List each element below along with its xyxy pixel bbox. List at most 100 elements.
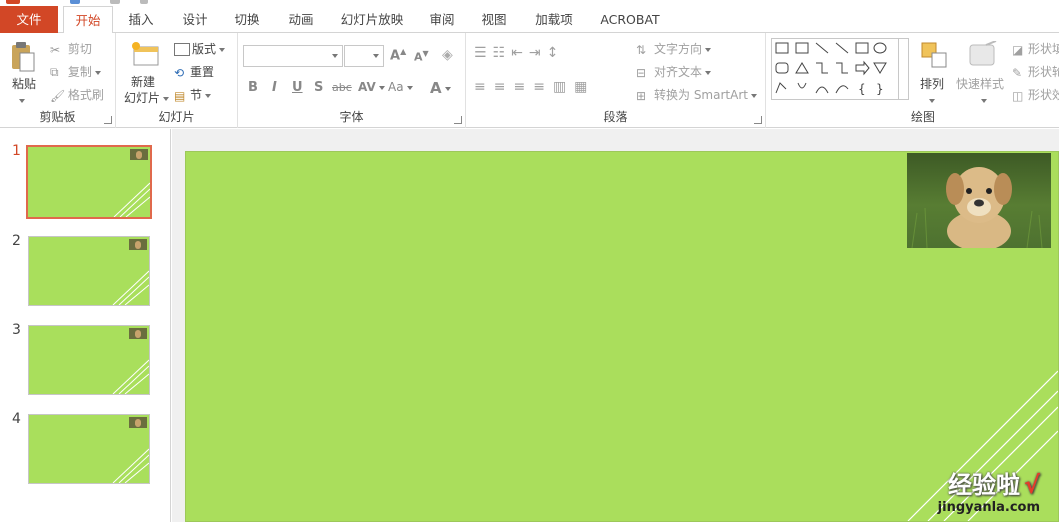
drawing-group: {} 排列 快速样式 ◪ 形状填 ✎ 形状轮 ◫ 形状效 绘图 bbox=[766, 33, 1059, 128]
underline-button[interactable]: U bbox=[292, 80, 303, 95]
align-text-button[interactable]: ⊟ 对齐文本 bbox=[636, 63, 712, 80]
slide-thumbnail-1[interactable] bbox=[26, 145, 152, 219]
shape-effects-button[interactable]: ◫ 形状效 bbox=[1012, 86, 1059, 103]
shape-fill-label: 形状填 bbox=[1028, 42, 1059, 56]
slide-decoration-lines bbox=[113, 182, 150, 217]
new-slide-label-2-text: 幻灯片 bbox=[124, 91, 161, 105]
decrease-indent-icon[interactable]: ⇤ bbox=[511, 45, 529, 61]
strikethrough-button[interactable]: abc bbox=[332, 81, 352, 94]
section-icon: ▤ bbox=[174, 88, 186, 103]
arrange-dropdown-icon[interactable] bbox=[926, 93, 935, 107]
tab-view[interactable]: 视图 bbox=[474, 6, 514, 33]
font-color-dropdown-icon bbox=[444, 86, 451, 91]
new-slide-button[interactable] bbox=[130, 41, 160, 69]
layout-icon bbox=[174, 43, 190, 56]
tab-acrobat[interactable]: ACROBAT bbox=[594, 6, 666, 33]
reset-button[interactable]: ⟲ 重置 bbox=[174, 63, 214, 80]
align-center-icon[interactable]: ≡ bbox=[494, 79, 514, 95]
columns-icon[interactable]: ▦ bbox=[574, 79, 595, 95]
tab-review[interactable]: 审阅 bbox=[422, 6, 462, 33]
font-size-select[interactable] bbox=[344, 45, 384, 67]
paragraph-launcher-icon[interactable] bbox=[754, 116, 762, 124]
format-painter-button[interactable]: 🖌 格式刷 bbox=[50, 86, 104, 103]
dog-photo-thumb bbox=[129, 239, 147, 250]
increase-indent-icon[interactable]: ⇥ bbox=[529, 45, 547, 61]
shape-outline-button[interactable]: ✎ 形状轮 bbox=[1012, 63, 1059, 80]
quick-styles-dropdown-icon[interactable] bbox=[978, 93, 987, 107]
font-color-label: A bbox=[430, 79, 442, 97]
clear-formatting-icon[interactable]: ◈ bbox=[442, 47, 453, 63]
slide-thumbnail-pane[interactable]: 1 2 3 4 bbox=[0, 129, 171, 522]
tab-insert[interactable]: 插入 bbox=[121, 6, 161, 33]
layout-button[interactable]: 版式 bbox=[174, 40, 226, 57]
clipboard-launcher-icon[interactable] bbox=[104, 116, 112, 124]
slides-group: 新建 幻灯片 版式 ⟲ 重置 ▤ 节 幻灯片 bbox=[116, 33, 238, 128]
paste-dropdown-arrow-icon[interactable] bbox=[16, 93, 25, 107]
line-spacing-icon[interactable]: ↕ bbox=[547, 45, 565, 61]
font-launcher-icon[interactable] bbox=[454, 116, 462, 124]
shape-outline-label: 形状轮 bbox=[1028, 65, 1059, 79]
char-spacing-button[interactable]: AV bbox=[358, 80, 385, 94]
smartart-dropdown-icon bbox=[750, 93, 757, 98]
copy-button[interactable]: ⧉ 复制 bbox=[50, 63, 101, 80]
justify-icon[interactable]: ≡ bbox=[533, 79, 553, 95]
text-direction-button[interactable]: ⇅ 文字方向 bbox=[636, 40, 712, 57]
tab-file[interactable]: 文件 bbox=[0, 6, 58, 33]
new-slide-label-2[interactable]: 幻灯片 bbox=[124, 89, 170, 106]
text-shadow-button[interactable]: S bbox=[314, 80, 323, 95]
paste-icon bbox=[12, 42, 35, 72]
paste-button[interactable] bbox=[10, 41, 36, 75]
ribbon: 粘贴 ✂ 剪切 ⧉ 复制 🖌 格式刷 剪贴板 新建 幻灯片 版式 ⟲ 重置 ▤ … bbox=[0, 33, 1059, 128]
tab-transitions[interactable]: 切换 bbox=[227, 6, 267, 33]
current-slide-canvas[interactable]: 经验啦 √ jingyanla.com bbox=[185, 151, 1059, 522]
puppy-image bbox=[911, 167, 1043, 248]
watermark-check: √ bbox=[1023, 471, 1040, 499]
shapes-gallery[interactable]: {} bbox=[771, 38, 899, 100]
font-name-select[interactable] bbox=[243, 45, 343, 67]
italic-button[interactable]: I bbox=[272, 80, 277, 95]
cut-button[interactable]: ✂ 剪切 bbox=[50, 40, 92, 57]
change-case-button[interactable]: Aa bbox=[388, 80, 413, 94]
align-buttons[interactable]: ≡≡≡≡▥▦ bbox=[474, 79, 595, 95]
dog-photo[interactable] bbox=[907, 153, 1051, 248]
distributed-icon[interactable]: ▥ bbox=[553, 79, 574, 95]
list-buttons[interactable]: ☰☷⇤⇥↕ bbox=[474, 45, 564, 61]
redo-icon[interactable] bbox=[110, 0, 120, 4]
paragraph-group: ☰☷⇤⇥↕ ≡≡≡≡▥▦ ⇅ 文字方向 ⊟ 对齐文本 ⊞ 转换为 SmartArt 段… bbox=[466, 33, 766, 128]
shrink-font-button[interactable]: A▼ bbox=[414, 49, 429, 64]
tab-addins[interactable]: 加载项 bbox=[528, 6, 580, 33]
slide-thumbnail-4[interactable] bbox=[28, 414, 150, 484]
numbering-icon[interactable]: ☷ bbox=[493, 45, 512, 61]
align-left-icon[interactable]: ≡ bbox=[474, 79, 494, 95]
grow-font-button[interactable]: A▲ bbox=[390, 47, 406, 63]
tab-animations[interactable]: 动画 bbox=[281, 6, 321, 33]
align-right-icon[interactable]: ≡ bbox=[513, 79, 533, 95]
font-group-label: 字体 bbox=[339, 110, 364, 124]
shape-effects-label: 形状效 bbox=[1028, 88, 1059, 102]
slide-thumbnail-2[interactable] bbox=[28, 236, 150, 306]
slide-number-3: 3 bbox=[12, 322, 21, 338]
text-direction-dropdown-icon bbox=[705, 47, 712, 52]
smartart-button[interactable]: ⊞ 转换为 SmartArt bbox=[636, 86, 757, 103]
font-color-button[interactable]: A bbox=[430, 79, 451, 97]
drawing-group-label: 绘图 bbox=[911, 110, 936, 124]
shape-fill-button[interactable]: ◪ 形状填 bbox=[1012, 40, 1059, 57]
quick-styles-icon bbox=[969, 41, 997, 66]
section-button[interactable]: ▤ 节 bbox=[174, 86, 212, 103]
arrange-button[interactable] bbox=[920, 41, 948, 71]
change-case-dropdown-icon bbox=[406, 85, 413, 90]
tab-design[interactable]: 设计 bbox=[175, 6, 215, 33]
shapes-gallery-scroll[interactable] bbox=[899, 38, 909, 100]
undo-icon[interactable] bbox=[70, 0, 80, 4]
tab-home[interactable]: 开始 bbox=[63, 6, 113, 34]
clipboard-group: 粘贴 ✂ 剪切 ⧉ 复制 🖌 格式刷 剪贴板 bbox=[0, 33, 116, 128]
customize-quick-access-icon[interactable] bbox=[140, 0, 148, 4]
slide-number-4: 4 bbox=[12, 411, 21, 427]
reset-icon: ⟲ bbox=[174, 65, 185, 80]
tab-slideshow[interactable]: 幻灯片放映 bbox=[334, 6, 410, 33]
align-text-icon: ⊟ bbox=[636, 65, 647, 80]
quick-styles-button[interactable] bbox=[966, 41, 998, 69]
bullets-icon[interactable]: ☰ bbox=[474, 45, 493, 61]
slide-thumbnail-3[interactable] bbox=[28, 325, 150, 395]
bold-button[interactable]: B bbox=[248, 80, 258, 95]
